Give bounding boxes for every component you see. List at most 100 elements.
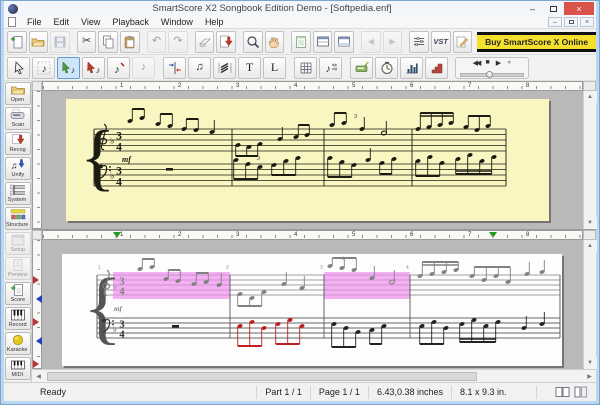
staff-marker-red[interactable] (33, 360, 39, 368)
maximize-button[interactable] (543, 2, 564, 15)
enf-score-canvas[interactable]: {♭ 34♭ 34mf31 2 3 4 (62, 254, 562, 366)
note-properties-button[interactable]: ♪ (319, 56, 342, 79)
play-button[interactable]: ▶ (496, 59, 501, 67)
scroll-left-arrow[interactable]: ◀ (32, 370, 45, 382)
sidebar-item-scan[interactable]: Scan (4, 107, 31, 130)
cut-button[interactable]: ✂ (76, 30, 97, 53)
sidebar-item-structure[interactable]: Structure (4, 207, 31, 230)
staff-marker-red[interactable] (33, 318, 39, 326)
enf-page[interactable]: {♭ 3 4 ♭ 3 4 mf 3 1 2 3 4 (62, 254, 562, 366)
scroll-up-arrow[interactable]: ▲ (583, 91, 597, 103)
sidebar-item-setup[interactable]: Setup (4, 232, 31, 255)
staff-marker-blue[interactable] (36, 337, 42, 345)
sidebar-item-record[interactable]: Record (4, 307, 31, 330)
grid-tool-button[interactable] (294, 56, 317, 79)
insert-red-note-button[interactable]: ♪ (107, 56, 130, 79)
scanned-page[interactable]: {♭ 3 4 ♭ 3 4 mf 3 3 (66, 99, 549, 221)
sidebar-item-karaoke[interactable]: Karaoke (4, 332, 31, 355)
scanned-score-canvas[interactable]: {♭ 34♭ 34mf 33 (66, 99, 549, 221)
beam-notes-button[interactable]: ♫ (188, 56, 211, 79)
child-minimize-button[interactable]: – (548, 17, 562, 27)
select-tool-button[interactable]: ♪ (57, 56, 80, 79)
notepad-button[interactable] (291, 30, 311, 53)
sidebar-item-recog[interactable]: Recog (4, 132, 31, 155)
menu-playback[interactable]: Playback (106, 17, 155, 27)
scroll-down-arrow[interactable]: ▼ (583, 217, 597, 229)
scroll-up-arrow[interactable]: ▲ (583, 240, 597, 252)
vst-button[interactable]: VST (430, 30, 451, 53)
playback-slider[interactable] (460, 70, 524, 78)
staff-marker-red[interactable] (33, 276, 39, 284)
tremolo-button[interactable] (213, 56, 236, 79)
buy-smartscore-button[interactable]: Buy SmartScore X Online (477, 31, 597, 52)
undo-button[interactable]: ↶ (146, 30, 167, 53)
transpose-button[interactable] (425, 56, 448, 79)
pointer-tool-button[interactable] (7, 56, 30, 79)
scanner-button[interactable] (350, 56, 373, 79)
window-layout-button[interactable] (334, 30, 355, 53)
insert-note-icon: ♪ (37, 61, 50, 75)
playback-slider-thumb[interactable] (486, 70, 493, 78)
sidebar-item-midi[interactable]: MIDI (4, 357, 31, 380)
window-title: SmartScore X2 Songbook Edition Demo - [S… (152, 3, 392, 14)
sidebar-item-system[interactable]: System (4, 182, 31, 205)
eraser-button[interactable] (194, 30, 215, 53)
menu-view[interactable]: View (75, 17, 106, 27)
save-button[interactable] (50, 30, 70, 53)
redo-button[interactable]: ↷ (168, 30, 188, 53)
copy-button[interactable] (98, 30, 118, 53)
scrollbar-thumb[interactable] (47, 371, 477, 381)
lyrics-tool-button[interactable]: L (263, 56, 286, 79)
enf-canvas[interactable]: {♭ 3 4 ♭ 3 4 mf 3 1 2 3 4 (42, 240, 583, 369)
enf-horizontal-scrollbar[interactable]: ◀ ▶ (32, 369, 596, 382)
menu-file[interactable]: File (21, 17, 48, 27)
buy-label: Buy SmartScore X Online (485, 36, 589, 47)
menu-help[interactable]: Help (199, 17, 230, 27)
mixer-button[interactable] (409, 30, 429, 53)
text-tool-button[interactable]: T (238, 56, 261, 79)
window-split-button[interactable] (312, 30, 333, 53)
scroll-down-arrow[interactable]: ▼ (583, 357, 597, 369)
next-page-button[interactable]: ▶ (382, 30, 403, 53)
scan-canvas[interactable]: {♭ 3 4 ♭ 3 4 mf 3 3 (42, 91, 583, 229)
sidebar-item-open[interactable]: Open (4, 82, 31, 105)
sidebar-item-unify[interactable]: ♫ Unify (4, 157, 31, 180)
close-button[interactable]: × (564, 2, 594, 15)
sidebar-item-preview[interactable]: Preview (4, 257, 31, 280)
ruler-scale: 1 2 3 4 5 6 7 8 (42, 81, 583, 91)
menu-window[interactable]: Window (155, 17, 199, 27)
recognize-button[interactable] (216, 30, 237, 53)
enf-vertical-scrollbar[interactable]: ▲ ▼ (583, 240, 597, 369)
prev-page-button[interactable]: ◀ (361, 30, 381, 53)
minimize-button[interactable]: – (522, 2, 543, 15)
scroll-right-arrow[interactable]: ▶ (583, 370, 596, 382)
align-button[interactable] (163, 56, 186, 79)
rewind-button[interactable]: ◀◀ (473, 59, 482, 67)
child-restore-button[interactable] (564, 17, 578, 27)
paste-button[interactable] (120, 30, 140, 53)
change-tool-button[interactable]: ♪ (82, 56, 105, 79)
single-page-view-button[interactable] (573, 386, 588, 398)
sidebar-item-score[interactable]: Score (4, 282, 31, 305)
menu-edit[interactable]: Edit (48, 17, 76, 27)
pan-button[interactable] (264, 30, 285, 53)
instrument-button[interactable] (452, 30, 473, 53)
document-icon[interactable] (8, 17, 16, 27)
mixer-bars-button[interactable] (400, 56, 423, 79)
scan-vertical-scrollbar[interactable]: ▲ ▼ (583, 91, 597, 229)
insert-note-button[interactable]: ♪ (32, 56, 55, 79)
record-button[interactable]: ● (507, 59, 511, 66)
gray-note-button[interactable]: ♪ (132, 56, 155, 79)
svg-text:mf: mf (114, 305, 122, 313)
child-close-button[interactable]: × (580, 17, 594, 27)
staff-marker-blue[interactable] (36, 295, 42, 303)
margin-marker-left[interactable] (113, 232, 121, 238)
two-page-view-button[interactable] (555, 386, 570, 398)
svg-text:♫: ♫ (10, 161, 17, 171)
stop-button[interactable]: ■ (485, 59, 489, 66)
new-document-button[interactable] (7, 30, 27, 53)
zoom-button[interactable] (243, 30, 263, 53)
open-file-button[interactable] (28, 30, 49, 53)
metronome-button[interactable] (375, 56, 398, 79)
margin-marker-right[interactable] (489, 232, 497, 238)
